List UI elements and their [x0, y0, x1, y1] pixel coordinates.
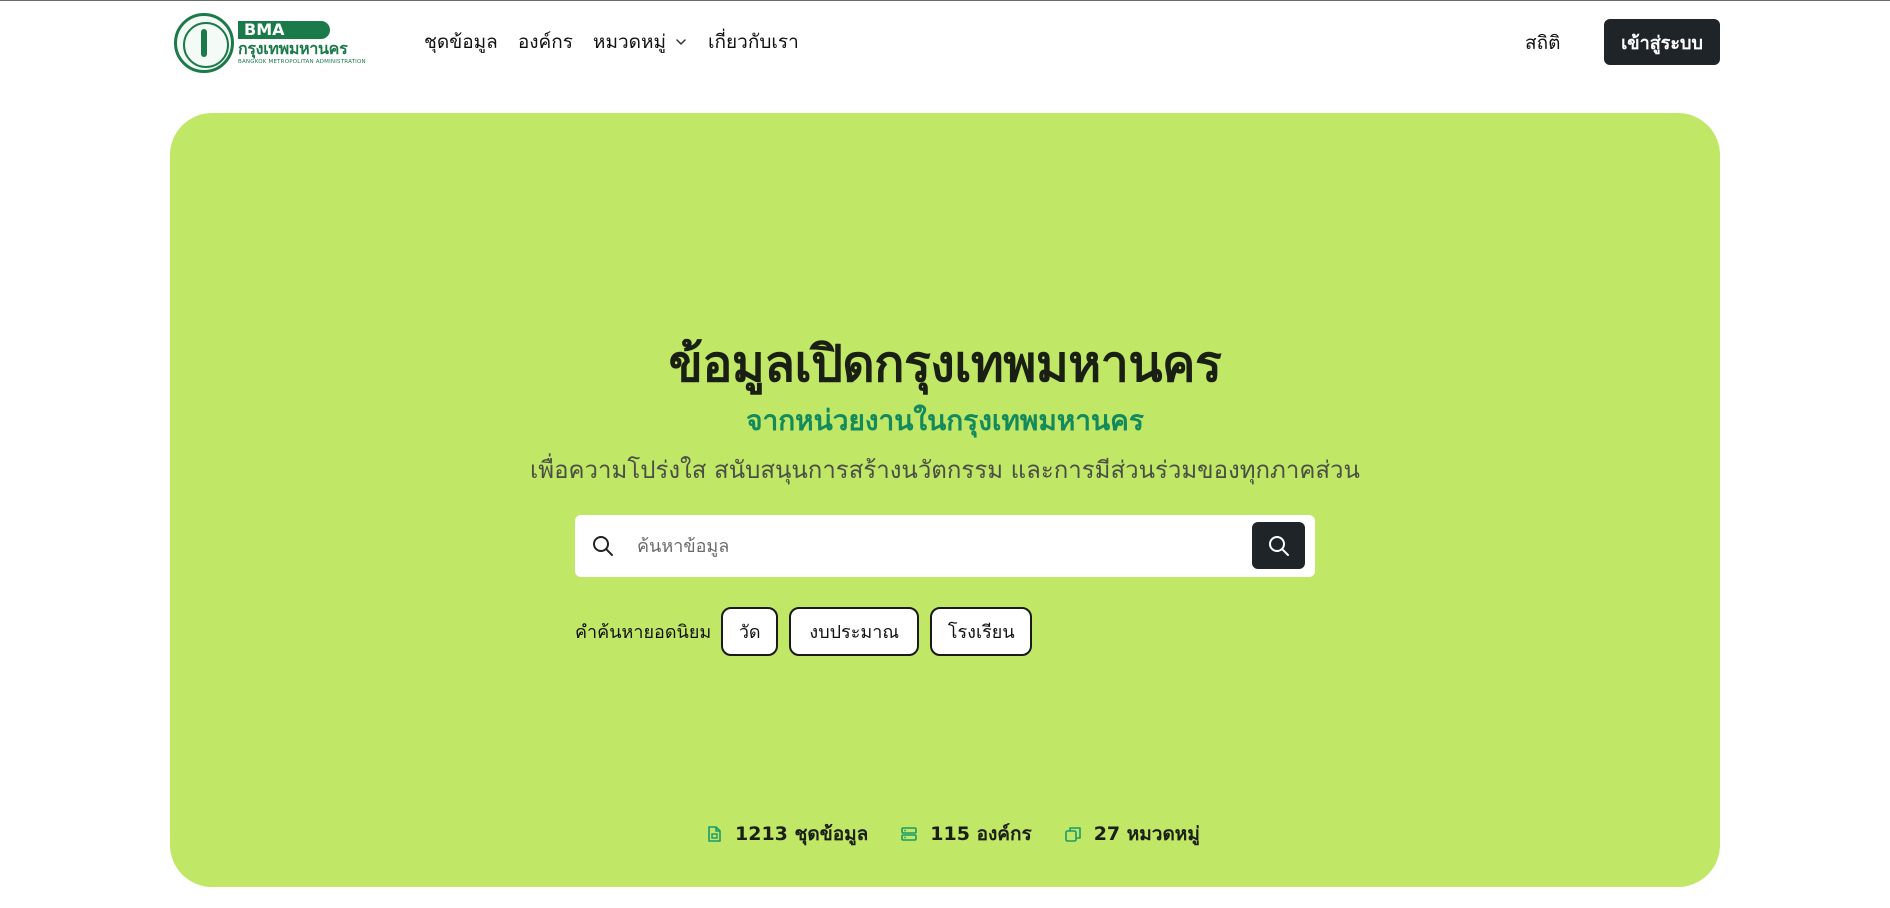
logo-name-th: กรุงเทพมหานคร — [238, 38, 348, 58]
search-button[interactable] — [1252, 522, 1305, 569]
site-counts: 1213 ชุดข้อมูล 115 องค์กร 27 หมวดหมู่ — [705, 819, 1232, 849]
stats-link[interactable]: สถิติ — [1525, 28, 1560, 58]
dataset-count[interactable]: 1213 ชุดข้อมูล — [705, 819, 868, 849]
nav-item-categories[interactable]: หมวดหมู่ — [593, 27, 688, 57]
search-icon — [593, 536, 613, 556]
bma-logo[interactable]: BMA กรุงเทพมหานคร BANGKOK METROPOLITAN A… — [174, 11, 386, 75]
dataset-count-text: 1213 ชุดข้อมูล — [735, 823, 869, 845]
popular-term-chip[interactable]: โรงเรียน — [930, 607, 1033, 656]
category-count-text: 27 หมวดหมู่ — [1093, 823, 1200, 845]
nav-item-datasets[interactable]: ชุดข้อมูล — [424, 27, 498, 57]
hero-description: เพื่อความโปร่งใส สนับสนุนการสร้างนวัตกรร… — [530, 456, 1360, 484]
hero-title: ข้อมูลเปิดกรุงเทพมหานคร — [668, 335, 1222, 393]
category-count[interactable]: 27 หมวดหมู่ — [1064, 819, 1200, 849]
search-bar — [575, 515, 1315, 577]
site-header: BMA กรุงเทพมหานคร BANGKOK METROPOLITAN A… — [0, 1, 1890, 85]
nav-item-about[interactable]: เกี่ยวกับเรา — [708, 27, 799, 57]
login-button[interactable]: เข้าสู่ระบบ — [1604, 19, 1720, 65]
nav-item-organizations[interactable]: องค์กร — [518, 27, 573, 57]
category-icon — [1064, 827, 1081, 842]
popular-term-chip[interactable]: วัด — [721, 607, 779, 656]
popular-term-chip[interactable]: งบประมาณ — [789, 607, 920, 656]
dataset-icon — [708, 826, 721, 842]
search-input[interactable] — [637, 527, 1237, 565]
hero-subtitle: จากหน่วยงานในกรุงเทพมหานคร — [746, 404, 1144, 437]
logo-name-en: BANGKOK METROPOLITAN ADMINISTRATION — [238, 58, 366, 65]
popular-searches-label: คำค้นหายอดนิยม — [575, 622, 712, 643]
logo-text: BMA กรุงเทพมหานคร BANGKOK METROPOLITAN A… — [238, 20, 366, 66]
hero-banner: ข้อมูลเปิดกรุงเทพมหานคร จากหน่วยงานในกรุ… — [170, 113, 1720, 887]
popular-searches: คำค้นหายอดนิยม วัด งบประมาณ โรงเรียน — [575, 607, 1043, 656]
chevron-down-icon — [676, 39, 686, 45]
organization-icon — [901, 827, 918, 841]
search-icon — [1268, 535, 1289, 556]
logo-bma-label: BMA — [238, 20, 330, 39]
bma-seal-icon — [174, 13, 234, 73]
nav-item-categories-label: หมวดหมู่ — [592, 31, 667, 53]
main-nav: ชุดข้อมูล องค์กร หมวดหมู่ เกี่ยวกับเรา — [424, 27, 819, 57]
organization-count[interactable]: 115 องค์กร — [900, 819, 1032, 849]
organization-count-text: 115 องค์กร — [930, 823, 1032, 845]
